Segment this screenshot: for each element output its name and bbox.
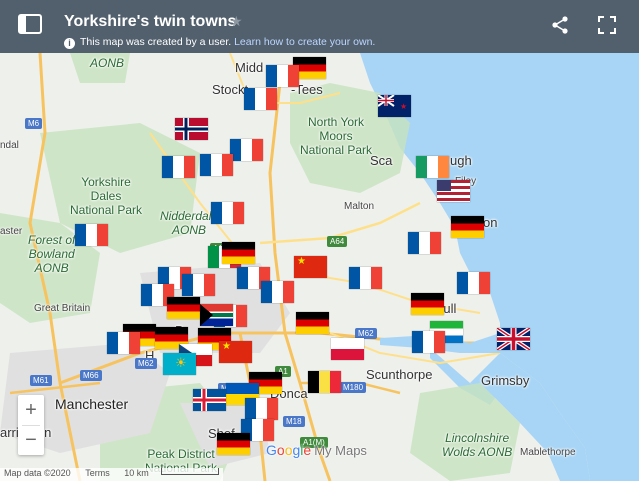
share-icon[interactable]: [550, 15, 570, 35]
flag-germany-marker[interactable]: [167, 297, 200, 319]
flag-france-marker[interactable]: [162, 156, 195, 178]
zoom-controls: + −: [18, 395, 44, 455]
flag-poland-marker[interactable]: [331, 338, 364, 360]
flag-china-marker[interactable]: [219, 341, 252, 363]
flag-kazakhstan-marker[interactable]: [163, 353, 196, 375]
park-label-forest-of-bowland: Forest of Bowland AONB: [28, 233, 76, 275]
park-label-north-york-moors: North York Moors National Park: [300, 115, 373, 157]
flag-usa-marker[interactable]: [437, 180, 470, 202]
city-label: Sca: [370, 153, 393, 168]
city-label: ndal: [0, 140, 19, 151]
road-shield: A64: [327, 236, 348, 247]
road-shield: M6: [25, 118, 43, 129]
zoom-out-button[interactable]: −: [18, 425, 44, 455]
flag-france-marker[interactable]: [245, 398, 278, 420]
attribution: Map data ©2020 Terms 10 km: [0, 468, 223, 481]
info-row: i This map was created by a user. Learn h…: [64, 36, 375, 49]
flag-france-marker[interactable]: [211, 202, 244, 224]
flag-germany-marker[interactable]: [217, 433, 250, 455]
scale-label: 10 km: [124, 468, 149, 478]
city-label: Malton: [344, 201, 375, 212]
flag-france-marker[interactable]: [412, 331, 445, 353]
flag-china-marker[interactable]: [294, 256, 327, 278]
road-shield: M18: [283, 416, 305, 427]
flag-ireland-marker[interactable]: [416, 156, 449, 178]
flag-france-marker[interactable]: [75, 224, 108, 246]
map-footer: Map data ©2020 Terms 10 km: [0, 465, 639, 481]
svg-text:★: ★: [400, 102, 407, 111]
park-label-aonb: AONB: [90, 56, 125, 70]
map-header: Yorkshire's twin towns ★ i This map was c…: [0, 0, 639, 53]
flag-germany-marker[interactable]: [222, 242, 255, 264]
flag-france-marker[interactable]: [200, 154, 233, 176]
city-label: ugh: [450, 153, 472, 168]
flag-new-zealand-marker[interactable]: ★: [378, 95, 411, 117]
flag-belgium-marker[interactable]: [308, 371, 341, 393]
map-data-text: Map data ©2020: [4, 468, 71, 478]
flag-france-marker[interactable]: [349, 267, 382, 289]
city-label: Midd: [235, 60, 264, 75]
flag-france-marker[interactable]: [408, 232, 441, 254]
google-my-maps-logo: Google My Maps: [266, 442, 367, 458]
terms-link[interactable]: Terms: [85, 468, 110, 478]
flag-france-marker[interactable]: [230, 139, 263, 161]
city-label: Stockt: [212, 82, 249, 97]
flag-france-marker[interactable]: [457, 272, 490, 294]
fullscreen-icon[interactable]: [597, 15, 617, 35]
flag-germany-marker[interactable]: [451, 216, 484, 238]
info-icon: i: [64, 38, 75, 49]
scale-bar: [160, 468, 219, 475]
zoom-in-button[interactable]: +: [18, 395, 44, 425]
flag-france-marker[interactable]: [107, 332, 140, 354]
flag-france-marker[interactable]: [244, 88, 277, 110]
city-label: Great Britain: [34, 303, 91, 314]
city-label: aster: [0, 226, 23, 237]
road-shield: M61: [30, 375, 52, 386]
map-canvas[interactable]: Midd Stockt -Tees Sca ugh Filey on Malto…: [0, 53, 639, 481]
city-label: on: [483, 215, 498, 230]
city-label: Grimsby: [481, 373, 530, 388]
flag-germany-marker[interactable]: [296, 312, 329, 334]
flag-germany-marker[interactable]: [411, 293, 444, 315]
open-sidebar-icon[interactable]: [18, 14, 42, 34]
city-label-manchester: Manchester: [55, 396, 129, 412]
flag-france-marker[interactable]: [261, 281, 294, 303]
city-label: Mablethorpe: [520, 447, 576, 458]
flag-iceland-marker[interactable]: [193, 389, 226, 411]
flag-france-marker[interactable]: [182, 274, 215, 296]
road-shield: M66: [80, 370, 102, 381]
flag-france-marker[interactable]: [266, 65, 299, 87]
road-shield: M180: [340, 382, 367, 393]
park-label-nidderdale: Nidderdale AONB: [160, 209, 219, 237]
city-label: Scunthorpe: [366, 367, 433, 382]
map-title: Yorkshire's twin towns: [64, 13, 237, 30]
star-icon[interactable]: ★: [230, 13, 243, 30]
flag-uk-marker[interactable]: [497, 328, 530, 350]
flag-norway-marker[interactable]: [175, 118, 208, 140]
park-label-yorkshire-dales: Yorkshire Dales National Park: [70, 175, 143, 217]
road-shield: M62: [135, 358, 157, 369]
info-text: This map was created by a user.: [80, 36, 232, 48]
learn-more-link[interactable]: Learn how to create your own.: [234, 36, 375, 48]
flag-south-africa-marker[interactable]: [200, 304, 233, 326]
park-label-lincolnshire-wolds: Lincolnshire Wolds AONB: [442, 431, 513, 459]
